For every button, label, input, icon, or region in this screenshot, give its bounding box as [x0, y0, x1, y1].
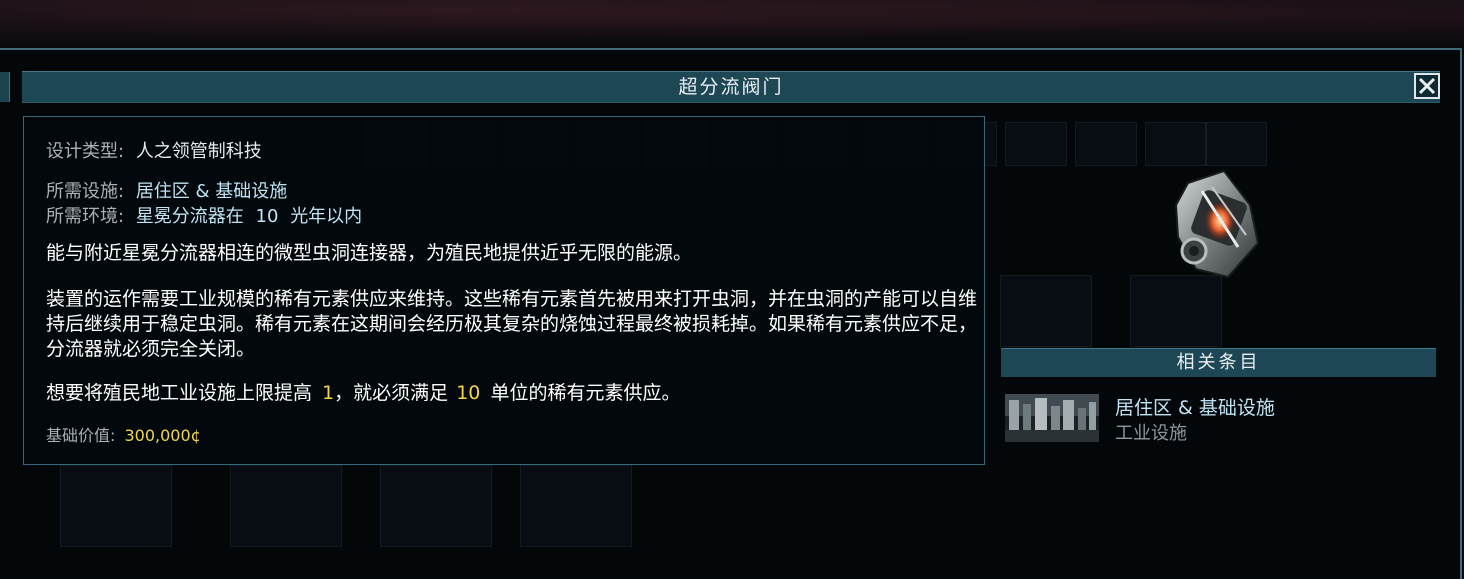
related-item-subtitle: 工业设施	[1115, 423, 1187, 444]
bg-tile	[60, 465, 172, 547]
close-button[interactable]	[1414, 73, 1440, 99]
bg-tile	[230, 465, 342, 547]
bg-tile	[1000, 275, 1092, 347]
para3-number-2: 10	[456, 382, 481, 404]
bg-tile	[520, 465, 632, 547]
required-env-value: 星冕分流器在	[135, 206, 244, 227]
related-item-title[interactable]: 居住区 & 基础设施	[1115, 393, 1275, 420]
bg-tile	[1205, 122, 1267, 166]
window-title: 超分流阀门	[678, 76, 784, 98]
design-type-row: 设计类型: 人之领管制科技	[46, 137, 262, 163]
flux-valve-icon	[1166, 165, 1266, 285]
design-type-value: 人之领管制科技	[135, 141, 262, 162]
required-env-number: 10	[255, 206, 279, 227]
para3-text-c: 单位的稀有元素供应。	[490, 382, 681, 404]
description-paragraph-1: 能与附近星冕分流器相连的微型虫洞连接器，为殖民地提供近乎无限的能源。	[46, 242, 693, 264]
infrastructure-thumbnail[interactable]	[1005, 394, 1099, 442]
base-value-label: 基础价值:	[46, 426, 116, 445]
related-entries-header: 相关条目	[1001, 348, 1436, 377]
description-paragraph-2: 装置的运作需要工业规模的稀有元素供应来维持。这些稀有元素首先被用来打开虫洞，并在…	[46, 288, 978, 360]
bg-tile	[1145, 122, 1207, 166]
bg-tile	[1130, 275, 1222, 347]
required-facility-link[interactable]: 居住区 & 基础设施	[136, 181, 287, 202]
description-paragraph-3: 想要将殖民地工业设施上限提高 1，就必须满足 10 单位的稀有元素供应。	[46, 381, 986, 406]
required-env-label: 所需环境:	[46, 206, 125, 227]
required-facility-label: 所需设施:	[46, 181, 125, 202]
title-bar: 超分流阀门	[22, 71, 1440, 103]
bg-tile	[380, 465, 492, 547]
required-env-row: 所需环境: 星冕分流器在 10 光年以内	[46, 202, 362, 228]
game-screen: 超分流阀门 设计类型: 人之领管制科技 所需设施: 居住区 & 基础设施 所需环…	[0, 0, 1464, 579]
required-facility-row: 所需设施: 居住区 & 基础设施	[46, 177, 287, 203]
design-type-label: 设计类型:	[46, 141, 125, 162]
base-value: 300,000¢	[124, 426, 201, 445]
base-value-row: 基础价值: 300,000¢	[46, 422, 201, 446]
description-panel: 设计类型: 人之领管制科技 所需设施: 居住区 & 基础设施 所需环境: 星冕分…	[23, 116, 985, 465]
bg-tile	[1005, 122, 1067, 166]
bg-tile	[1075, 122, 1137, 166]
background-haze	[0, 0, 1464, 48]
para3-text-b: ，就必须满足	[334, 382, 449, 404]
close-icon	[1416, 75, 1438, 97]
required-env-unit: 光年以内	[290, 206, 363, 227]
para3-number-1: 1	[322, 382, 335, 404]
adjacent-window-edge	[0, 72, 10, 102]
para3-text-a: 想要将殖民地工业设施上限提高	[46, 382, 313, 404]
